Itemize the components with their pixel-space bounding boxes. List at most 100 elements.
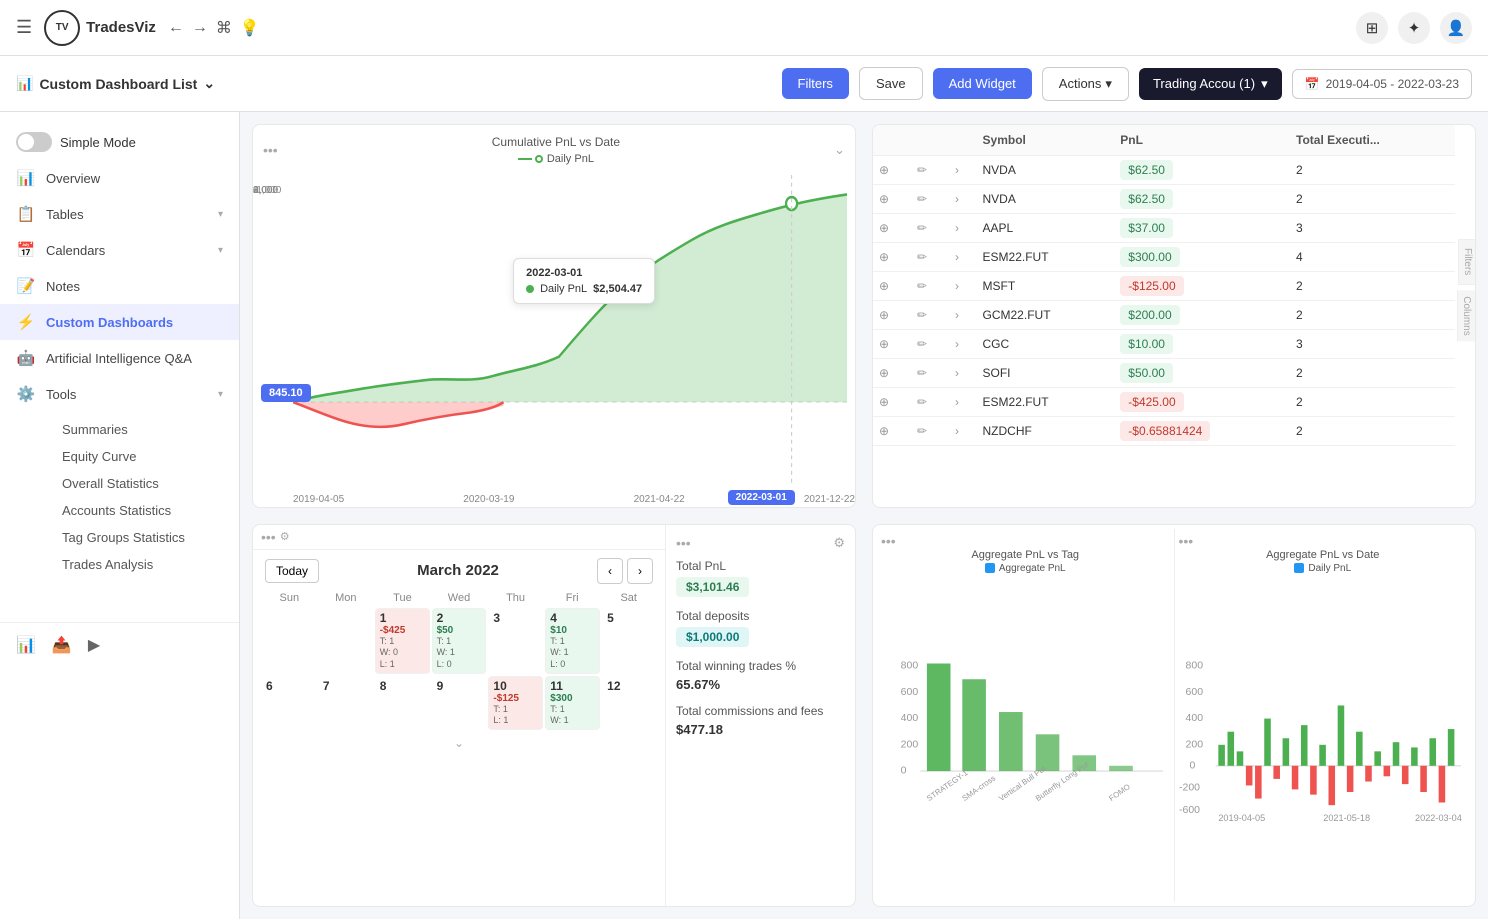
- cal-cell-mar10[interactable]: 10 -$125 T: 1L: 1: [488, 676, 543, 730]
- stats-settings-icon[interactable]: ⚙: [833, 535, 845, 551]
- edit-icon[interactable]: ✏: [917, 337, 927, 351]
- col-symbol[interactable]: Symbol: [977, 125, 1115, 156]
- date-chart-handle[interactable]: •••: [1179, 533, 1194, 549]
- symbol-cell: ESM22.FUT: [977, 388, 1115, 417]
- expand-icon[interactable]: ›: [955, 221, 959, 235]
- title-chevron[interactable]: ⌄: [203, 75, 215, 92]
- dashboard-icon: 📊: [16, 75, 33, 92]
- upload-icon[interactable]: 📤: [52, 635, 72, 655]
- calendar-days-header: SunMonTueWedThuFriSat: [261, 592, 657, 604]
- target-icon[interactable]: ⊕: [879, 279, 889, 293]
- sidebar-item-overview[interactable]: 📊 Overview: [0, 160, 239, 196]
- sidebar-item-tools[interactable]: ⚙️ Tools ▾: [0, 376, 239, 412]
- symbol-cell: GCM22.FUT: [977, 301, 1115, 330]
- table-row: ⊕ ✏ › NZDCHF -$0.65881424 2: [873, 417, 1455, 446]
- col-expand: [949, 125, 977, 156]
- calendar-settings[interactable]: ⚙: [280, 530, 290, 543]
- sidebar-item-tables[interactable]: 📋 Tables ▾: [0, 196, 239, 232]
- sidebar-sub-accounts-statistics[interactable]: Accounts Statistics: [46, 497, 239, 524]
- edit-icon[interactable]: ✏: [917, 424, 927, 438]
- forward-icon[interactable]: →: [192, 19, 208, 37]
- account-chevron: ▾: [1261, 76, 1268, 92]
- chart-scroll-down[interactable]: ⌄: [834, 142, 845, 158]
- sidebar-sub-summaries[interactable]: Summaries: [46, 416, 239, 443]
- expand-icon[interactable]: ›: [955, 395, 959, 409]
- cal-cell-mar4[interactable]: 4 $10 T: 1W: 1L: 0: [545, 608, 600, 674]
- user-avatar[interactable]: 👤: [1440, 12, 1472, 44]
- prev-month-button[interactable]: ‹: [597, 558, 623, 584]
- video-icon[interactable]: ▶: [88, 635, 100, 655]
- sidebar-item-custom-dashboards[interactable]: ⚡ Custom Dashboards: [0, 304, 239, 340]
- svg-text:400: 400: [901, 713, 919, 724]
- chart-bottom-icon[interactable]: 📊: [16, 635, 36, 655]
- table-row: ⊕ ✏ › MSFT -$125.00 2: [873, 272, 1455, 301]
- hamburger-icon[interactable]: ☰: [16, 17, 32, 38]
- edit-icon[interactable]: ✏: [917, 192, 927, 206]
- filters-button[interactable]: Filters: [782, 68, 849, 99]
- edit-icon[interactable]: ✏: [917, 395, 927, 409]
- svg-text:600: 600: [901, 686, 919, 697]
- expand-icon[interactable]: ›: [955, 250, 959, 264]
- today-button[interactable]: Today: [265, 559, 319, 583]
- date-range-picker[interactable]: 📅 2019-04-05 - 2022-03-23: [1292, 69, 1472, 99]
- sidebar-item-ai[interactable]: 🤖 Artificial Intelligence Q&A: [0, 340, 239, 376]
- columns-toggle[interactable]: Columns: [1457, 290, 1475, 341]
- expand-icon[interactable]: ›: [955, 308, 959, 322]
- edit-icon[interactable]: ✏: [917, 279, 927, 293]
- bulb-icon[interactable]: 💡: [240, 18, 260, 38]
- target-icon[interactable]: ⊕: [879, 221, 889, 235]
- target-icon[interactable]: ⊕: [879, 424, 889, 438]
- settings-icon[interactable]: ✦: [1398, 12, 1430, 44]
- target-icon[interactable]: ⊕: [879, 366, 889, 380]
- sidebar-sub-overall-statistics[interactable]: Overall Statistics: [46, 470, 239, 497]
- tag-chart-handle[interactable]: •••: [881, 533, 896, 549]
- sidebar-sub-trades-analysis[interactable]: Trades Analysis: [46, 551, 239, 578]
- edit-icon[interactable]: ✏: [917, 221, 927, 235]
- back-icon[interactable]: ←: [168, 19, 184, 37]
- symbol-cell: NZDCHF: [977, 417, 1115, 446]
- col-pnl[interactable]: PnL: [1114, 125, 1290, 156]
- expand-icon[interactable]: ›: [955, 279, 959, 293]
- chart-drag-handle[interactable]: •••: [263, 142, 278, 158]
- cal-cell-mar11[interactable]: 11 $300 T: 1W: 1: [545, 676, 600, 730]
- expand-icon[interactable]: ›: [955, 337, 959, 351]
- expand-icon[interactable]: ›: [955, 192, 959, 206]
- sidebar-sub-tag-groups[interactable]: Tag Groups Statistics: [46, 524, 239, 551]
- account-selector[interactable]: Trading Accou (1) ▾: [1139, 68, 1282, 100]
- save-button[interactable]: Save: [859, 67, 923, 100]
- stats-drag-handle[interactable]: •••: [676, 535, 691, 551]
- simple-mode-row: Simple Mode: [0, 124, 239, 160]
- edit-icon[interactable]: ✏: [917, 366, 927, 380]
- grid-icon[interactable]: ⊞: [1356, 12, 1388, 44]
- target-icon[interactable]: ⊕: [879, 192, 889, 206]
- target-icon[interactable]: ⊕: [879, 337, 889, 351]
- simple-mode-toggle[interactable]: [16, 132, 52, 152]
- target-icon[interactable]: ⊕: [879, 395, 889, 409]
- calendar-drag-handle[interactable]: •••: [261, 529, 276, 545]
- edit-icon[interactable]: ✏: [917, 163, 927, 177]
- add-widget-button[interactable]: Add Widget: [933, 68, 1032, 99]
- expand-icon[interactable]: ›: [955, 424, 959, 438]
- tag-chart-title: Aggregate PnL vs Tag: [881, 549, 1170, 561]
- cal-cell-mar2[interactable]: 2 $50 T: 1W: 1L: 0: [432, 608, 487, 674]
- cal-cell-mar1[interactable]: 1 -$425 T: 1W: 0L: 1: [375, 608, 430, 674]
- next-month-button[interactable]: ›: [627, 558, 653, 584]
- sidebar-sub-items: Summaries Equity Curve Overall Statistic…: [0, 412, 239, 582]
- actions-button[interactable]: Actions ▾: [1042, 67, 1129, 101]
- target-icon[interactable]: ⊕: [879, 163, 889, 177]
- expand-icon[interactable]: ›: [955, 163, 959, 177]
- svg-text:-600: -600: [1179, 804, 1200, 815]
- col-executions[interactable]: Total Executi...: [1290, 125, 1455, 156]
- filters-side-toggle[interactable]: Filters: [1458, 239, 1476, 284]
- trades-table-scroll[interactable]: Symbol PnL Total Executi... ⊕ ✏ › NVDA $…: [873, 125, 1475, 507]
- sidebar-sub-equity-curve[interactable]: Equity Curve: [46, 443, 239, 470]
- edit-icon[interactable]: ✏: [917, 250, 927, 264]
- sidebar-item-calendars[interactable]: 📅 Calendars ▾: [0, 232, 239, 268]
- sidebar-item-notes[interactable]: 📝 Notes: [0, 268, 239, 304]
- expand-icon[interactable]: ›: [955, 366, 959, 380]
- command-icon[interactable]: ⌘: [216, 18, 232, 38]
- edit-icon[interactable]: ✏: [917, 308, 927, 322]
- cal-cell-mar9: 9: [432, 676, 487, 730]
- target-icon[interactable]: ⊕: [879, 308, 889, 322]
- target-icon[interactable]: ⊕: [879, 250, 889, 264]
